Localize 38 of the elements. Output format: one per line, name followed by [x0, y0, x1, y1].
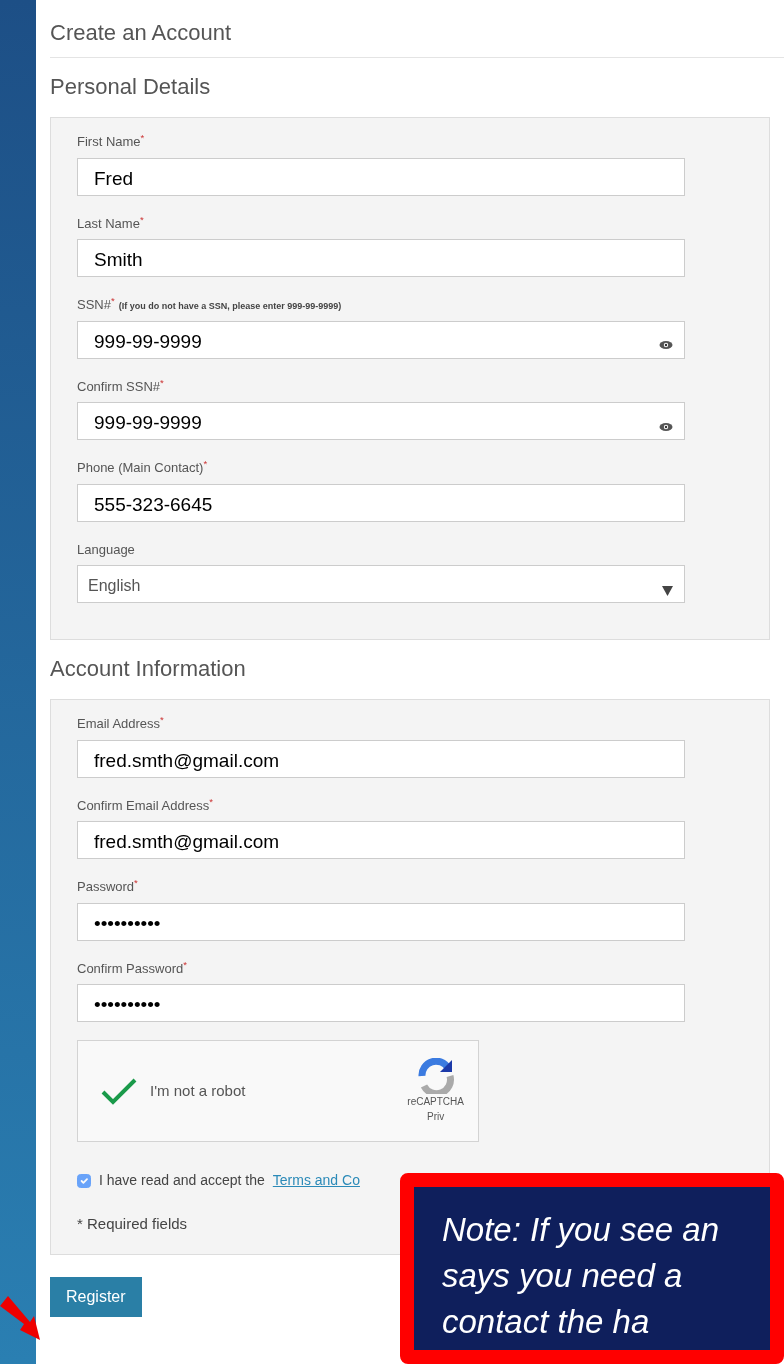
register-button[interactable]: Register	[50, 1276, 142, 1317]
input-field[interactable]: Smith	[77, 239, 685, 277]
input-field[interactable]: fred.smth@gmail.com	[77, 739, 685, 778]
input-field[interactable]: 555-323-6645	[77, 483, 685, 522]
input-field[interactable]: ••••••••••	[77, 984, 685, 1022]
privacy-link[interactable]: Priv	[427, 1109, 445, 1124]
section-title: Account Information	[50, 655, 247, 683]
input-field[interactable]: Fred	[77, 157, 685, 196]
input-field[interactable]: 999-99-9999	[77, 320, 685, 359]
field-label: Last Name$^{*}$	[77, 215, 144, 231]
terms-text: I have read and accept the	[99, 1171, 265, 1190]
page-title: Create an Account	[50, 0, 784, 58]
field-label: First Name$^{*}$	[77, 134, 145, 149]
check-icon[interactable]	[100, 1077, 138, 1105]
recycle-logo-icon	[415, 1058, 456, 1094]
arrow-icon	[0, 1296, 42, 1342]
input-field[interactable]: 999-99-9999	[77, 402, 685, 440]
terms-link[interactable]: Terms and Co	[272, 1170, 360, 1191]
field-label: Confirm Password$^{*}$	[77, 960, 187, 976]
note-text: Note: If you see an	[442, 1210, 720, 1250]
input-field[interactable]: ••••••••••	[77, 902, 685, 941]
field-label: Phone (Main Contact)$^{*}$	[77, 460, 208, 475]
field-label: SSN#$^{*}$	[77, 297, 115, 312]
note-text: says you need a	[442, 1256, 684, 1296]
terms-checkbox[interactable]	[77, 1173, 91, 1188]
field-label: Email Address$^{*}$	[77, 716, 164, 731]
required-note: * Required fields	[77, 1214, 188, 1234]
language-select[interactable]: English	[77, 565, 685, 603]
input-field[interactable]: fred.smth@gmail.com	[77, 821, 685, 859]
section-title: Personal Details	[50, 73, 212, 101]
field-label: Confirm Email Address$^{*}$	[77, 797, 213, 813]
field-hint: (If you do not have a SSN, please enter 999-99-9999)	[118, 301, 342, 311]
captcha-label: I'm not a robot	[150, 1080, 247, 1101]
note-text: contact the ha	[442, 1302, 651, 1342]
field-label: Confirm SSN#$^{*}$	[77, 378, 164, 394]
field-label: Password$^{*}$	[77, 879, 138, 894]
field-label: Language	[77, 541, 135, 557]
captcha-brand: reCAPTCHA	[407, 1095, 464, 1109]
